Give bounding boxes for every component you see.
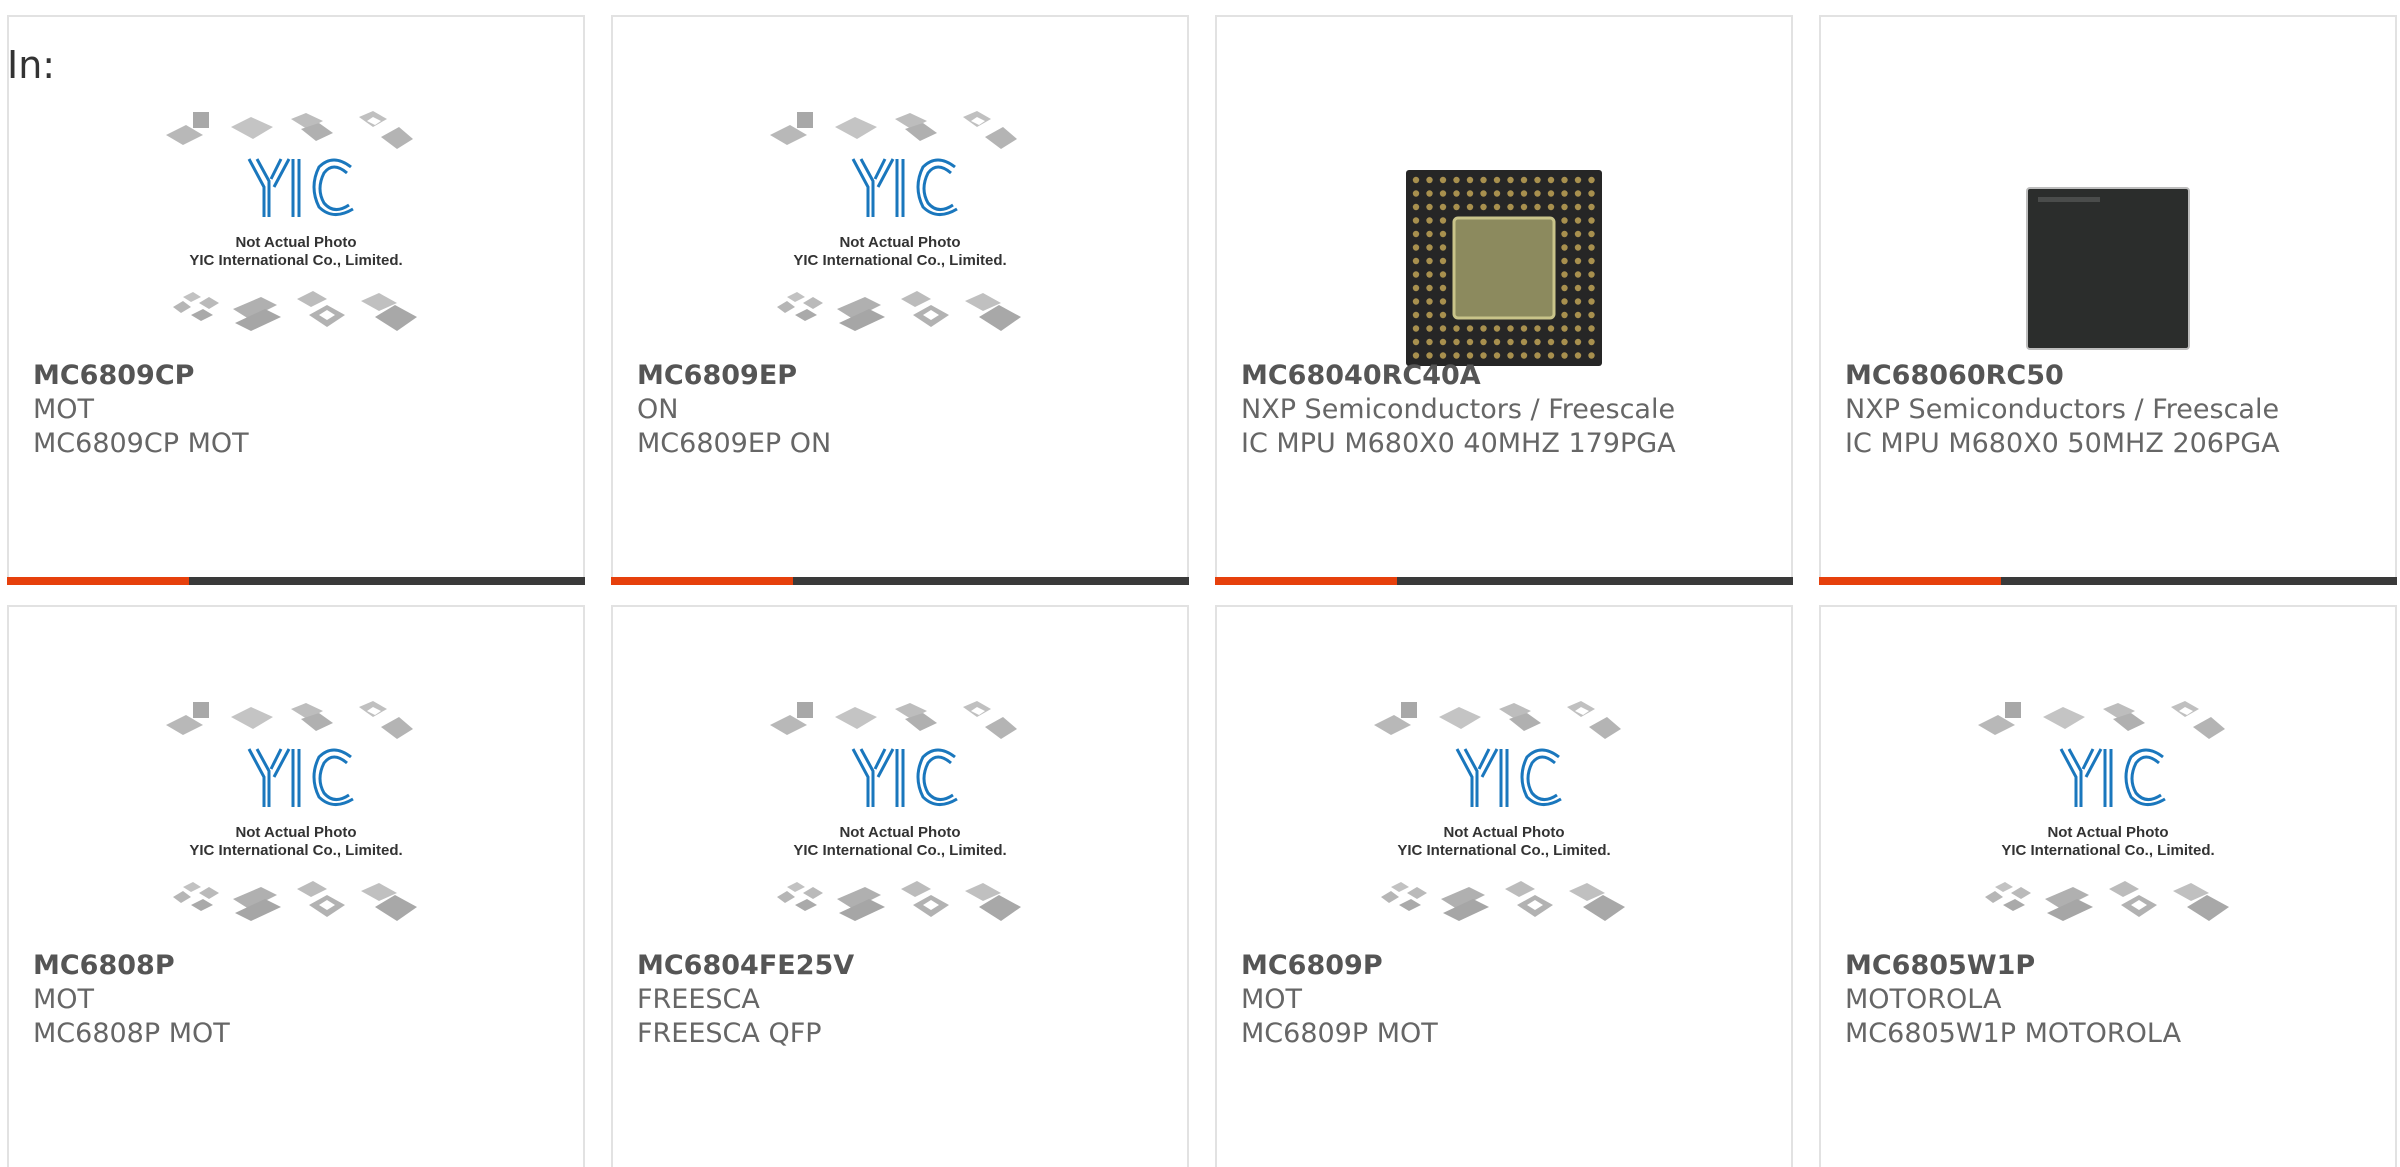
product-card[interactable]: Not Actual Photo YIC International Co., … <box>611 605 1189 1167</box>
product-image[interactable] <box>1821 97 2395 350</box>
product-grid-page: In: Not Actual Photo YIC International C… <box>0 0 2400 1167</box>
product-card[interactable]: Not Actual Photo YIC International Co., … <box>7 15 585 585</box>
card-accent-bar <box>1215 577 1397 585</box>
part-number-link[interactable]: MC68060RC50 <box>1845 359 2385 393</box>
description: FREESCA QFP <box>637 1018 822 1049</box>
placeholder-line2: YIC International Co., Limited. <box>793 842 1006 859</box>
placeholder-line1: Not Actual Photo <box>839 824 960 841</box>
manufacturer: MOT <box>33 984 95 1015</box>
card-bottom-bar <box>611 577 1189 585</box>
product-info: MC6809EP ON MC6809EP ON <box>637 359 1177 461</box>
product-info: MC6808P MOT MC6808P MOT <box>33 949 573 1051</box>
product-card[interactable]: Not Actual Photo YIC International Co., … <box>611 15 1189 585</box>
part-number-link[interactable]: MC6805W1P <box>1845 949 2385 983</box>
in-label: In: <box>7 43 56 87</box>
card-accent-bar <box>611 577 793 585</box>
product-info: MC6809CP MOT MC6809CP MOT <box>33 359 573 461</box>
card-accent-bar <box>1819 577 2001 585</box>
product-card[interactable]: Not Actual Photo YIC International Co., … <box>7 605 585 1167</box>
chip-package-image <box>2026 187 2190 350</box>
product-image[interactable]: Not Actual Photo YIC International Co., … <box>9 687 583 937</box>
placeholder-line2: YIC International Co., Limited. <box>189 842 402 859</box>
product-card[interactable]: Not Actual Photo YIC International Co., … <box>1215 605 1793 1167</box>
manufacturer: MOT <box>1241 984 1303 1015</box>
placeholder-line2: YIC International Co., Limited. <box>2001 842 2214 859</box>
product-image[interactable]: Not Actual Photo YIC International Co., … <box>1821 687 2395 937</box>
card-bottom-bar <box>1819 577 2397 585</box>
pga-chip-image <box>1406 170 1602 366</box>
product-image[interactable]: Not Actual Photo YIC International Co., … <box>9 97 583 347</box>
product-info: MC6804FE25V FREESCA FREESCA QFP <box>637 949 1177 1051</box>
placeholder-line1: Not Actual Photo <box>1443 824 1564 841</box>
placeholder-line1: Not Actual Photo <box>2047 824 2168 841</box>
placeholder-line2: YIC International Co., Limited. <box>1397 842 1610 859</box>
description: MC6808P MOT <box>33 1018 230 1049</box>
card-bottom-bar <box>1215 577 1793 585</box>
placeholder-image: Not Actual Photo YIC International Co., … <box>770 701 1021 921</box>
manufacturer: MOTOROLA <box>1845 984 2002 1015</box>
manufacturer: ON <box>637 394 679 425</box>
placeholder-image: Not Actual Photo YIC International Co., … <box>166 111 417 331</box>
product-image[interactable]: Not Actual Photo YIC International Co., … <box>613 97 1187 347</box>
placeholder-image: Not Actual Photo YIC International Co., … <box>770 111 1021 331</box>
manufacturer: NXP Semiconductors / Freescale <box>1241 394 1676 425</box>
part-number-link[interactable]: MC6809CP <box>33 359 573 393</box>
manufacturer: FREESCA <box>637 984 760 1015</box>
placeholder-line2: YIC International Co., Limited. <box>189 252 402 269</box>
placeholder-line1: Not Actual Photo <box>839 234 960 251</box>
description: MC6809EP ON <box>637 428 832 459</box>
description: IC MPU M680X0 40MHZ 179PGA <box>1241 428 1676 459</box>
description: MC6805W1P MOTOROLA <box>1845 1018 2182 1049</box>
product-info: MC68060RC50 NXP Semiconductors / Freescal… <box>1845 359 2385 461</box>
placeholder-image: Not Actual Photo YIC International Co., … <box>1374 701 1625 921</box>
description: IC MPU M680X0 50MHZ 206PGA <box>1845 428 2280 459</box>
part-number-link[interactable]: MC6804FE25V <box>637 949 1177 983</box>
card-bottom-bar <box>7 577 585 585</box>
product-image[interactable]: Not Actual Photo YIC International Co., … <box>1217 687 1791 937</box>
placeholder-line1: Not Actual Photo <box>235 824 356 841</box>
product-info: MC6805W1P MOTOROLA MC6805W1P MOTOROLA <box>1845 949 2385 1051</box>
part-number-link[interactable]: MC6809EP <box>637 359 1177 393</box>
product-info: MC6809P MOT MC6809P MOT <box>1241 949 1781 1051</box>
product-card[interactable]: MC68040RC40A NXP Semiconductors / Freesca… <box>1215 15 1793 585</box>
description: MC6809P MOT <box>1241 1018 1438 1049</box>
description: MC6809CP MOT <box>33 428 249 459</box>
manufacturer: NXP Semiconductors / Freescale <box>1845 394 2280 425</box>
product-card[interactable]: Not Actual Photo YIC International Co., … <box>1819 605 2397 1167</box>
part-number-link[interactable]: MC6808P <box>33 949 573 983</box>
manufacturer: MOT <box>33 394 95 425</box>
product-card[interactable]: MC68060RC50 NXP Semiconductors / Freescal… <box>1819 15 2397 585</box>
product-image[interactable]: Not Actual Photo YIC International Co., … <box>613 687 1187 937</box>
product-info: MC68040RC40A NXP Semiconductors / Freesca… <box>1241 359 1781 461</box>
placeholder-image: Not Actual Photo YIC International Co., … <box>166 701 417 921</box>
part-number-link[interactable]: MC6809P <box>1241 949 1781 983</box>
part-number-link[interactable]: MC68040RC40A <box>1241 359 1781 393</box>
product-image[interactable] <box>1217 97 1791 366</box>
placeholder-line2: YIC International Co., Limited. <box>793 252 1006 269</box>
placeholder-image: Not Actual Photo YIC International Co., … <box>1978 701 2229 921</box>
card-accent-bar <box>7 577 189 585</box>
placeholder-line1: Not Actual Photo <box>235 234 356 251</box>
